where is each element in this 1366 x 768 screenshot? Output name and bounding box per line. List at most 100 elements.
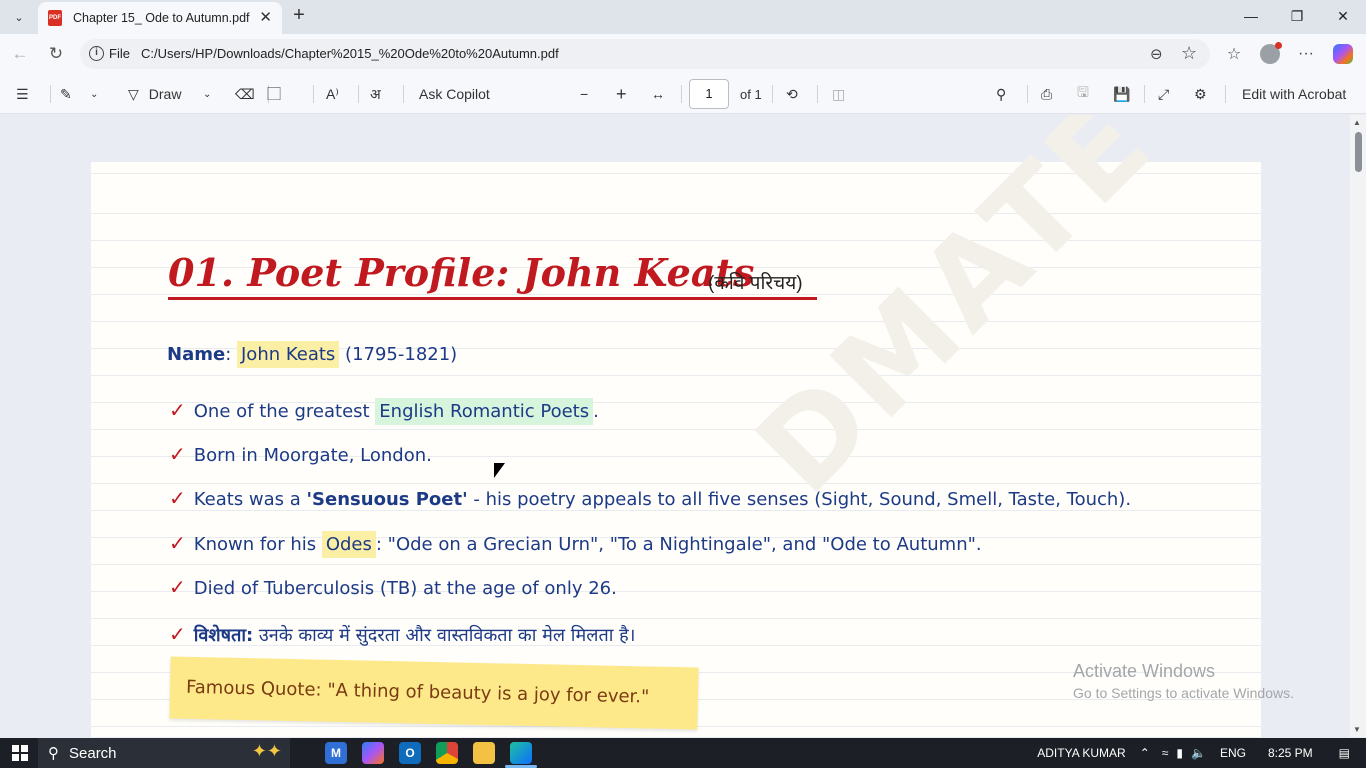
checkmark-icon: ✓	[169, 486, 186, 510]
draw-options-chevron-icon[interactable]: ⌄	[203, 82, 211, 106]
translate-icon[interactable]: अ	[370, 82, 381, 106]
copilot-button[interactable]	[1331, 42, 1355, 66]
page-heading: 01. Poet Profile: John Keats	[168, 250, 755, 295]
checkmark-icon: ✓	[169, 575, 186, 599]
bullet-text: Born in Moorgate, London.	[193, 445, 432, 466]
notification-icon[interactable]: ▤	[1339, 746, 1350, 760]
back-button[interactable]: ←	[8, 42, 32, 66]
network-icon[interactable]: ≈	[1162, 746, 1169, 760]
search-placeholder: Search	[69, 744, 117, 762]
bullet-bold: 'Sensuous Poet'	[306, 489, 468, 510]
avatar	[1260, 42, 1282, 64]
eraser-icon[interactable]: ⌫	[235, 82, 255, 106]
copilot-app-icon[interactable]	[362, 742, 384, 764]
zoom-in-button[interactable]: +	[616, 82, 627, 106]
heading-underline	[168, 297, 817, 300]
divider	[681, 85, 682, 103]
name-value: John Keats	[237, 341, 340, 368]
print-icon[interactable]: ⎙	[1041, 82, 1052, 106]
taskbar: ⚲ Search ✦✦ M O ADITYA KUMAR ⌃ ≈ ▮ 🔈 ENG…	[0, 738, 1366, 768]
name-line: Name: John Keats (1795-1821)	[167, 341, 458, 368]
taskbar-search-box[interactable]: ⚲ Search ✦✦	[38, 738, 290, 768]
tab-actions-menu-button[interactable]: ⌄	[6, 5, 32, 29]
read-aloud-icon[interactable]: A⁾	[326, 82, 339, 106]
pdf-page: DMATE 01. Poet Profile: John Keats (कवि …	[91, 115, 1261, 737]
refresh-button[interactable]: ↻	[44, 42, 68, 66]
favorites-icon[interactable]: ☆	[1222, 42, 1246, 66]
outlook-app-icon[interactable]: O	[399, 742, 421, 764]
settings-gear-icon[interactable]: ⚙	[1194, 82, 1207, 106]
save-icon[interactable]: 🖫	[1077, 82, 1089, 106]
chevron-up-icon[interactable]: ⌃	[1140, 746, 1150, 760]
file-explorer-app-icon[interactable]	[473, 742, 495, 764]
divider	[772, 85, 773, 103]
ask-copilot-button[interactable]: Ask Copilot	[419, 82, 490, 106]
divider	[1144, 85, 1145, 103]
close-window-button[interactable]: ✕	[1320, 0, 1366, 32]
bullet-text: - his poetry appeals to all five senses …	[467, 489, 1132, 510]
edit-with-acrobat-button[interactable]: Edit with Acrobat	[1242, 82, 1346, 106]
windows-start-icon[interactable]	[12, 745, 28, 761]
name-label: Name	[167, 344, 226, 365]
user-name[interactable]: ADITYA KUMAR	[1037, 746, 1125, 760]
pdf-file-icon: PDF	[48, 10, 62, 26]
bullet-item: ✓ One of the greatest English Romantic Po…	[169, 398, 599, 425]
draw-pen-icon: ▽	[128, 85, 139, 102]
checkmark-icon: ✓	[169, 622, 186, 646]
address-bar[interactable]: i File C:/Users/HP/Downloads/Chapter%201…	[80, 39, 1210, 69]
bullet-text: One of the greatest	[193, 401, 376, 422]
taskbar-app-icon[interactable]: M	[325, 742, 347, 764]
new-tab-button[interactable]: +	[288, 4, 310, 28]
divider	[1225, 85, 1226, 103]
full-screen-icon[interactable]: ⤢	[1158, 82, 1169, 106]
page-heading-hindi: (कवि परिचय)	[708, 273, 803, 294]
address-url[interactable]: C:/Users/HP/Downloads/Chapter%2015_%20Od…	[141, 46, 559, 61]
watermark-text: DMATE	[731, 115, 1181, 521]
profile-button[interactable]	[1258, 42, 1282, 66]
highlight-icon[interactable]: ✎	[60, 82, 72, 106]
page-number-input[interactable]: 1	[689, 79, 729, 109]
scroll-up-arrow-icon[interactable]: ▲	[1353, 118, 1361, 127]
clock-time[interactable]: 8:25 PM	[1268, 746, 1313, 760]
find-search-icon[interactable]: ⚲	[996, 82, 1006, 106]
draw-button[interactable]: ▽ Draw	[128, 82, 181, 106]
contents-list-icon[interactable]: ☰	[16, 82, 29, 106]
checkmark-icon: ✓	[169, 531, 186, 555]
zoom-out-button[interactable]: −	[580, 82, 588, 106]
bullet-highlight: English Romantic Poets	[375, 398, 594, 425]
more-options-icon[interactable]: ···	[1294, 42, 1318, 66]
divider	[268, 85, 269, 103]
restore-window-button[interactable]: ❐	[1274, 0, 1320, 32]
bullet-highlight: Odes	[321, 531, 376, 558]
name-colon: :	[225, 344, 232, 365]
volume-icon[interactable]: 🔈	[1191, 746, 1206, 760]
scroll-down-arrow-icon[interactable]: ▼	[1353, 725, 1361, 734]
divider	[313, 85, 314, 103]
bullet-bold: विशेषता:	[193, 625, 254, 646]
bullet-text: .	[593, 401, 599, 422]
language-indicator[interactable]: ENG	[1220, 746, 1246, 760]
highlight-options-chevron-icon[interactable]: ⌄	[90, 82, 98, 106]
edge-app-icon[interactable]	[510, 742, 532, 764]
scrollbar-thumb[interactable]	[1355, 132, 1362, 172]
site-info-icon[interactable]: i	[89, 46, 104, 61]
minimize-window-button[interactable]: —	[1228, 0, 1274, 32]
close-tab-icon[interactable]: ✕	[259, 8, 272, 26]
page-view-icon[interactable]: ◫	[832, 82, 845, 106]
browser-tab[interactable]: PDF Chapter 15_ Ode to Autumn.pdf ✕	[38, 2, 282, 34]
divider	[817, 85, 818, 103]
arrow-left-icon: ←	[11, 44, 29, 63]
vertical-scrollbar[interactable]: ▲ ▼	[1350, 115, 1366, 737]
chrome-app-icon[interactable]	[436, 742, 458, 764]
divider	[50, 85, 51, 103]
favorite-star-icon[interactable]: ☆	[1181, 43, 1197, 64]
bullet-item: ✓ Born in Moorgate, London.	[169, 442, 432, 466]
battery-icon[interactable]: ▮	[1176, 746, 1183, 760]
rotate-icon[interactable]: ⟲	[786, 82, 798, 106]
pdf-viewer[interactable]: DMATE 01. Poet Profile: John Keats (कवि …	[0, 115, 1366, 737]
fit-to-width-icon[interactable]: ↔	[651, 82, 665, 106]
save-as-icon[interactable]: 💾	[1113, 82, 1130, 106]
bullet-item: ✓ Keats was a 'Sensuous Poet' - his poetr…	[169, 486, 1131, 510]
zoom-out-icon[interactable]: ⊖	[1150, 45, 1163, 63]
name-years: (1795-1821)	[345, 344, 458, 365]
